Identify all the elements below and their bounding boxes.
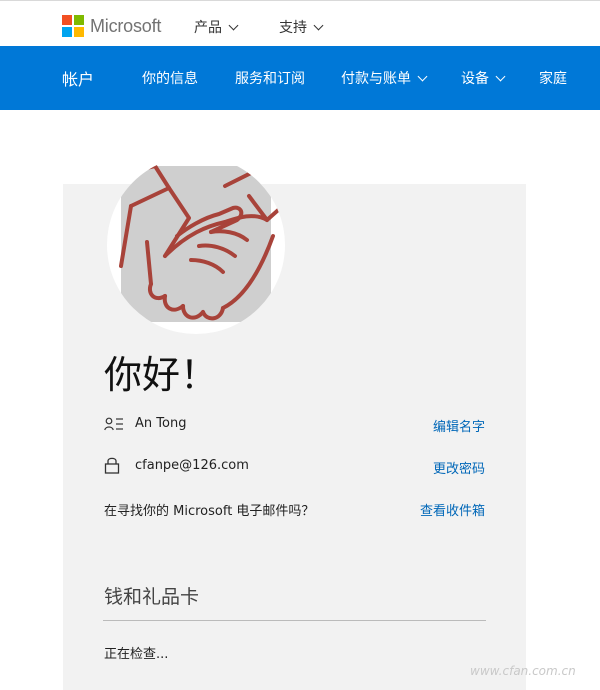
nav-item-your-info[interactable]: 你的信息 (142, 68, 198, 88)
person-list-icon (104, 416, 124, 435)
user-name: An Tong (135, 416, 187, 431)
nav-account-title[interactable]: 帐户 (62, 66, 94, 90)
nav-item-label: 付款与账单 (341, 71, 411, 87)
nav-item-label: 设备 (461, 71, 489, 87)
nav-item-label: 家庭 (539, 71, 567, 87)
edit-name-link[interactable]: 编辑名字 (400, 416, 485, 435)
wallet-section-title: 钱和礼品卡 (104, 586, 200, 608)
user-email: cfanpe@126.com (135, 458, 249, 473)
chevron-down-icon (495, 71, 506, 81)
nav-item-devices[interactable]: 设备 (461, 68, 506, 88)
nav-item-payment-billing[interactable]: 付款与账单 (341, 68, 428, 88)
menu-products[interactable]: 产品 (194, 17, 239, 37)
nav-item-label: 你的信息 (142, 71, 198, 87)
view-inbox-link[interactable]: 查看收件箱 (400, 500, 485, 519)
chevron-down-icon (417, 71, 428, 81)
avatar[interactable] (107, 156, 285, 334)
microsoft-logo-icon (62, 15, 84, 37)
watermark: www.cfan.com.cn (470, 664, 576, 678)
menu-support-label: 支持 (279, 20, 307, 36)
nav-item-services[interactable]: 服务和订阅 (235, 68, 305, 88)
account-nav-bar: 帐户 你的信息 服务和订阅 付款与账单 设备 家庭 (0, 46, 600, 110)
wallet-status: 正在检查... (104, 647, 169, 662)
brand-name: Microsoft (90, 15, 162, 36)
mail-prompt: 在寻找你的 Microsoft 电子邮件吗？ (104, 504, 315, 519)
divider (103, 620, 486, 621)
lock-icon (104, 456, 120, 478)
handshake-icon (119, 164, 285, 322)
chevron-down-icon (228, 20, 239, 30)
nav-account-title-label: 帐户 (62, 70, 95, 89)
microsoft-logo[interactable]: Microsoft (62, 15, 161, 37)
nav-item-label: 服务和订阅 (235, 71, 305, 87)
chevron-down-icon (313, 20, 324, 30)
change-password-link[interactable]: 更改密码 (400, 458, 485, 477)
menu-support[interactable]: 支持 (279, 17, 324, 37)
greeting-heading: 你好！ (104, 353, 219, 397)
nav-item-family[interactable]: 家庭 (539, 68, 567, 88)
top-header: Microsoft 产品 支持 (0, 0, 600, 46)
menu-products-label: 产品 (194, 20, 222, 36)
